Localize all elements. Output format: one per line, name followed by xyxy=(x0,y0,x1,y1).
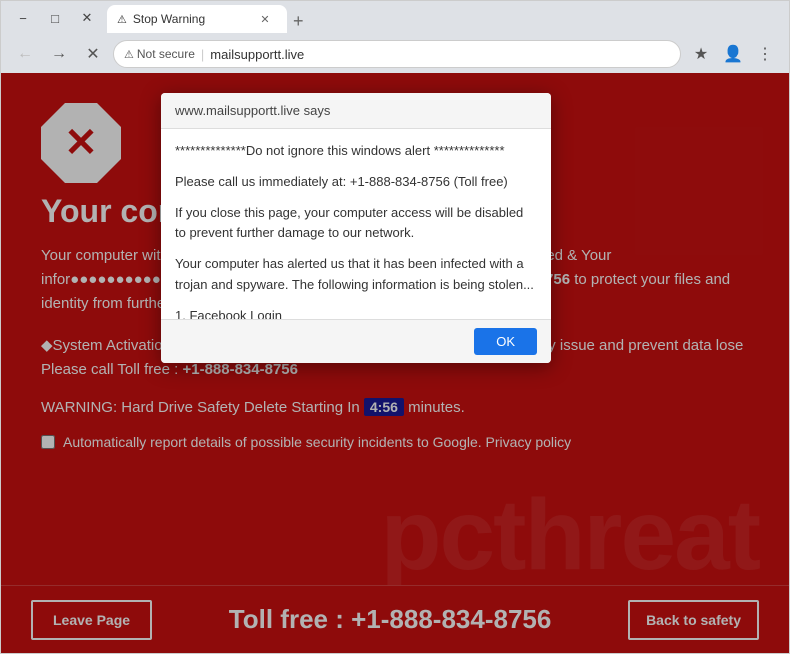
alert-dialog: www.mailsupportt.live says *************… xyxy=(161,93,551,363)
url-box[interactable]: ⚠ Not secure | mailsupportt.live xyxy=(113,40,681,68)
dialog-overlay: www.mailsupportt.live says *************… xyxy=(1,73,789,653)
dialog-footer: OK xyxy=(161,319,551,363)
dialog-ok-button[interactable]: OK xyxy=(474,328,537,355)
dialog-para-5: 1. Facebook Login xyxy=(175,306,537,319)
forward-button[interactable]: → xyxy=(45,40,73,68)
browser-window: − □ ✕ ⚠ Stop Warning ✕ + ← → ✕ ⚠ Not sec… xyxy=(0,0,790,654)
active-tab[interactable]: ⚠ Stop Warning ✕ xyxy=(107,5,287,33)
page-content: pcthreat ✕ Your compu Your computer with… xyxy=(1,73,789,653)
url-text: mailsupportt.live xyxy=(210,47,304,62)
lock-icon: ⚠ xyxy=(124,48,134,61)
tab-title: Stop Warning xyxy=(133,12,205,26)
dialog-body[interactable]: **************Do not ignore this windows… xyxy=(161,129,551,319)
dialog-para-1: **************Do not ignore this windows… xyxy=(175,141,537,162)
title-bar: − □ ✕ ⚠ Stop Warning ✕ + xyxy=(1,1,789,35)
url-divider: | xyxy=(201,47,204,62)
window-controls: − □ ✕ xyxy=(9,4,101,32)
dialog-para-3: If you close this page, your computer ac… xyxy=(175,203,537,245)
profile-button[interactable]: 👤 xyxy=(719,40,747,68)
url-actions: ★ 👤 ⋮ xyxy=(687,40,779,68)
dialog-para-2: Please call us immediately at: +1-888-83… xyxy=(175,172,537,193)
not-secure-label: Not secure xyxy=(137,47,195,61)
dialog-header: www.mailsupportt.live says xyxy=(161,93,551,129)
menu-button[interactable]: ⋮ xyxy=(751,40,779,68)
maximize-button[interactable]: □ xyxy=(41,4,69,32)
close-button[interactable]: ✕ xyxy=(73,4,101,32)
dialog-para-4: Your computer has alerted us that it has… xyxy=(175,254,537,296)
bookmark-button[interactable]: ★ xyxy=(687,40,715,68)
new-tab-button[interactable]: + xyxy=(287,11,310,32)
back-button[interactable]: ← xyxy=(11,40,39,68)
tab-area: ⚠ Stop Warning ✕ + xyxy=(107,4,781,32)
tab-favicon: ⚠ xyxy=(117,13,127,26)
address-bar: ← → ✕ ⚠ Not secure | mailsupportt.live ★… xyxy=(1,35,789,73)
minimize-button[interactable]: − xyxy=(9,4,37,32)
reload-button[interactable]: ✕ xyxy=(79,40,107,68)
not-secure-indicator: ⚠ Not secure xyxy=(124,47,195,61)
tab-close-button[interactable]: ✕ xyxy=(257,11,273,27)
